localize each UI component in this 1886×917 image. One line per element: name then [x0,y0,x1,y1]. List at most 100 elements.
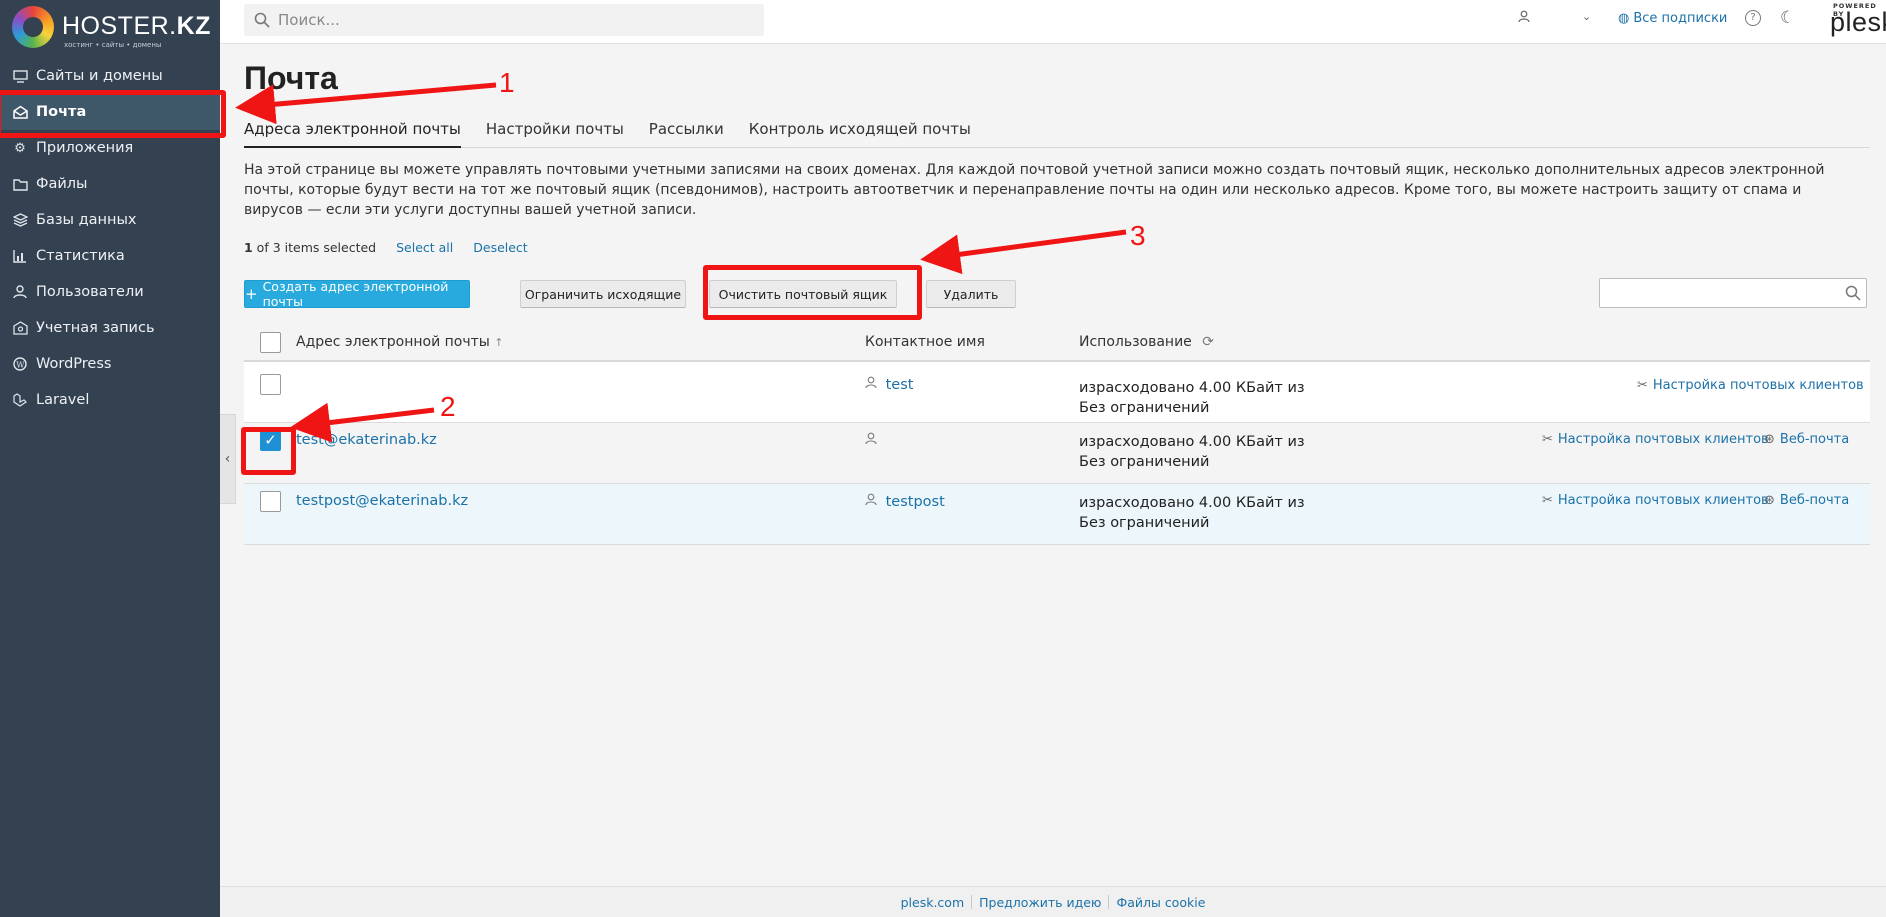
brand-logo[interactable]: HOSTER.KZ хостинг • сайты • домены [12,4,212,52]
sidebar-item-statistics[interactable]: Статистика [0,238,220,274]
contact-cell: test [865,376,913,393]
sidebar-item-label: Приложения [36,140,134,156]
tab-email-addresses[interactable]: Адреса электронной почты [244,118,461,148]
footer: plesk.com Предложить идею Файлы cookie [220,886,1886,917]
tab-mail-settings[interactable]: Настройки почты [486,118,624,148]
table-header: Адрес электронной почты ↑ Контактное имя… [244,324,1870,362]
footer-link-cookies[interactable]: Файлы cookie [1109,895,1212,910]
mail-client-setup-label: Настройка почтовых клиентов [1557,432,1769,447]
topbar: Поиск... ⌄ ◍ Все подписки ? ☾ POWERED BY… [220,0,1886,44]
mail-client-setup-link[interactable]: ✂ Настройка почтовых клиентов [1542,493,1769,508]
contact-name-link[interactable]: testpost [886,494,945,510]
sidebar-item-users[interactable]: Пользователи [0,274,220,310]
sidebar-item-label: Учетная запись [36,320,155,336]
sidebar-item-wordpress[interactable]: W WordPress [0,346,220,382]
sidebar-collapse-toggle[interactable]: ‹ [220,414,236,504]
email-link[interactable]: test@ekaterinab.kz [296,432,437,448]
webmail-label: Веб-почта [1779,493,1850,508]
selection-count: 1 [244,240,253,255]
sidebar-item-label: Базы данных [36,212,137,228]
footer-link-plesk[interactable]: plesk.com [894,895,972,910]
limit-outgoing-button[interactable]: Ограничить исходящие [520,280,686,308]
search-placeholder: Поиск... [278,11,340,29]
selection-text: of 3 items selected [252,240,377,255]
tab-outgoing-mail-control[interactable]: Контроль исходящей почты [749,118,971,148]
mail-client-setup-link[interactable]: ✂ Настройка почтовых клиентов [1637,378,1864,393]
sidebar-item-label: Файлы [36,176,88,192]
page-title: Почта [244,60,338,96]
annotation-box-clear-button [703,265,922,320]
account-icon [12,320,28,336]
sidebar-item-label: Статистика [36,248,125,264]
contact-name-link[interactable]: test [886,377,914,393]
row-checkbox[interactable] [260,374,281,395]
globe-icon: ◍ [1618,11,1630,26]
chevron-down-icon[interactable]: ⌄ [1582,10,1591,23]
column-header-usage: Использование ⟳ [1079,334,1214,350]
page-description: На этой странице вы можете управлять поч… [244,162,1825,218]
dark-mode-icon[interactable]: ☾ [1780,8,1795,28]
mail-client-setup-label: Настройка почтовых клиентов [1652,378,1864,393]
webmail-link[interactable]: ⊛ Веб-почта [1764,493,1849,508]
selection-info: 1 of 3 items selected Select all Deselec… [244,240,528,255]
logo-mark-icon [12,6,54,48]
create-email-button[interactable]: + Создать адрес электронной почты [244,279,470,309]
plus-icon: + [245,285,258,303]
sidebar-item-databases[interactable]: Базы данных [0,202,220,238]
delete-button[interactable]: Удалить [926,280,1016,308]
person-icon [865,376,877,393]
brand-tagline: хостинг • сайты • домены [64,41,162,49]
sidebar-item-account[interactable]: Учетная запись [0,310,220,346]
select-all-link[interactable]: Select all [396,240,453,255]
footer-link-suggest-idea[interactable]: Предложить идею [972,895,1108,910]
sidebar-item-laravel[interactable]: Laravel [0,382,220,418]
usage-limit: Без ограничений [1079,454,1210,470]
usage-cell: израсходовано 4.00 КБайт из Без ограниче… [1079,432,1305,472]
annotation-label-2: 2 [440,391,456,422]
table-row: testpost@ekaterinab.kz testpost израсход… [244,484,1870,545]
tab-bar: Адреса электронной почты Настройки почты… [244,118,1870,148]
sidebar-item-label: Пользователи [36,284,144,300]
select-all-checkbox[interactable] [260,332,281,353]
mail-client-setup-label: Настройка почтовых клиентов [1557,493,1769,508]
column-header-contact[interactable]: Контактное имя [865,334,985,350]
gear-icon: ⚙ [14,140,26,156]
mail-client-setup-link[interactable]: ✂ Настройка почтовых клиентов [1542,432,1769,447]
annotation-arrow-3 [920,229,1127,275]
webmail-icon: ⊛ [1764,493,1775,508]
row-checkbox[interactable] [260,491,281,512]
table-row: ✓ test@ekaterinab.kz израсходовано 4.00 … [244,423,1870,484]
list-filter-input[interactable] [1599,278,1867,308]
layers-icon [12,212,28,228]
webmail-link[interactable]: ⊛ Веб-почта [1764,432,1849,447]
search-icon [1845,285,1861,301]
brand-name: HOSTER.KZ [62,12,211,40]
svg-text:W: W [16,360,25,369]
search-icon [254,12,270,28]
deselect-link[interactable]: Deselect [473,240,527,255]
chevron-left-icon: ‹ [224,451,231,467]
usage-amount: израсходовано 4.00 КБайт из [1079,434,1305,450]
sidebar-item-files[interactable]: Файлы [0,166,220,202]
column-header-email-label: Адрес электронной почты [296,334,490,350]
table-row: test израсходовано 4.00 КБайт из Без огр… [244,362,1870,423]
subscriptions-selector[interactable]: ◍ Все подписки [1618,11,1727,26]
usage-amount: израсходовано 4.00 КБайт из [1079,495,1305,511]
webmail-label: Веб-почта [1779,432,1850,447]
email-link[interactable]: testpost@ekaterinab.kz [296,493,468,509]
help-icon[interactable]: ? [1745,10,1761,26]
search-input[interactable]: Поиск... [244,4,764,36]
subscriptions-label: Все подписки [1633,11,1728,26]
tab-mailing-lists[interactable]: Рассылки [649,118,724,148]
plesk-wordmark: plesk [1830,7,1886,37]
column-header-email[interactable]: Адрес электронной почты ↑ [296,334,504,350]
refresh-icon[interactable]: ⟳ [1202,334,1214,350]
sidebar-item-label: Сайты и домены [36,68,163,84]
laravel-icon [12,392,28,408]
wordpress-icon: W [12,356,28,372]
sidebar-item-sites-domains[interactable]: Сайты и домены [0,58,220,94]
contact-cell [865,432,881,449]
user-menu-icon[interactable] [1518,10,1530,27]
tools-icon: ✂ [1542,432,1553,447]
bar-chart-icon [12,248,28,264]
